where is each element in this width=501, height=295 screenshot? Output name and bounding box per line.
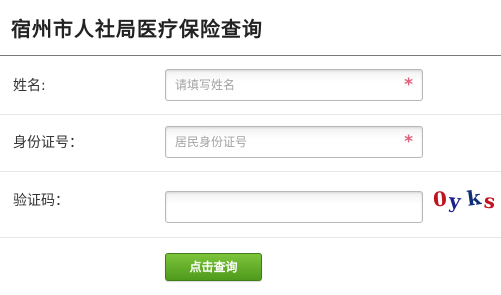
name-label: 姓名: — [13, 78, 46, 94]
insurance-query-page: 宿州市人社局医疗保险查询 姓名: * 身份证号： * 验证码： 0 y k s … — [0, 0, 501, 295]
id-number-input[interactable] — [166, 127, 422, 157]
name-required-mark: * — [404, 75, 413, 95]
captcha-input[interactable] — [166, 192, 422, 222]
captcha-char: 0 — [432, 186, 448, 212]
row-divider — [0, 114, 501, 115]
captcha-char: s — [482, 188, 497, 214]
id-number-field-box: * — [165, 126, 423, 158]
name-field-box: * — [165, 69, 423, 101]
title-divider — [0, 55, 501, 56]
id-number-label: 身份证号： — [13, 135, 83, 151]
name-input[interactable] — [166, 70, 422, 100]
row-divider — [0, 237, 501, 238]
page-title: 宿州市人社局医疗保险查询 — [11, 17, 263, 41]
query-submit-button[interactable]: 点击查询 — [165, 253, 262, 281]
captcha-char: k — [465, 186, 483, 211]
captcha-label: 验证码： — [13, 193, 69, 209]
id-number-required-mark: * — [404, 132, 413, 152]
captcha-image[interactable]: 0 y k s — [432, 186, 500, 214]
row-divider — [0, 171, 501, 172]
captcha-field-box — [165, 191, 423, 223]
captcha-char: y — [447, 188, 462, 214]
